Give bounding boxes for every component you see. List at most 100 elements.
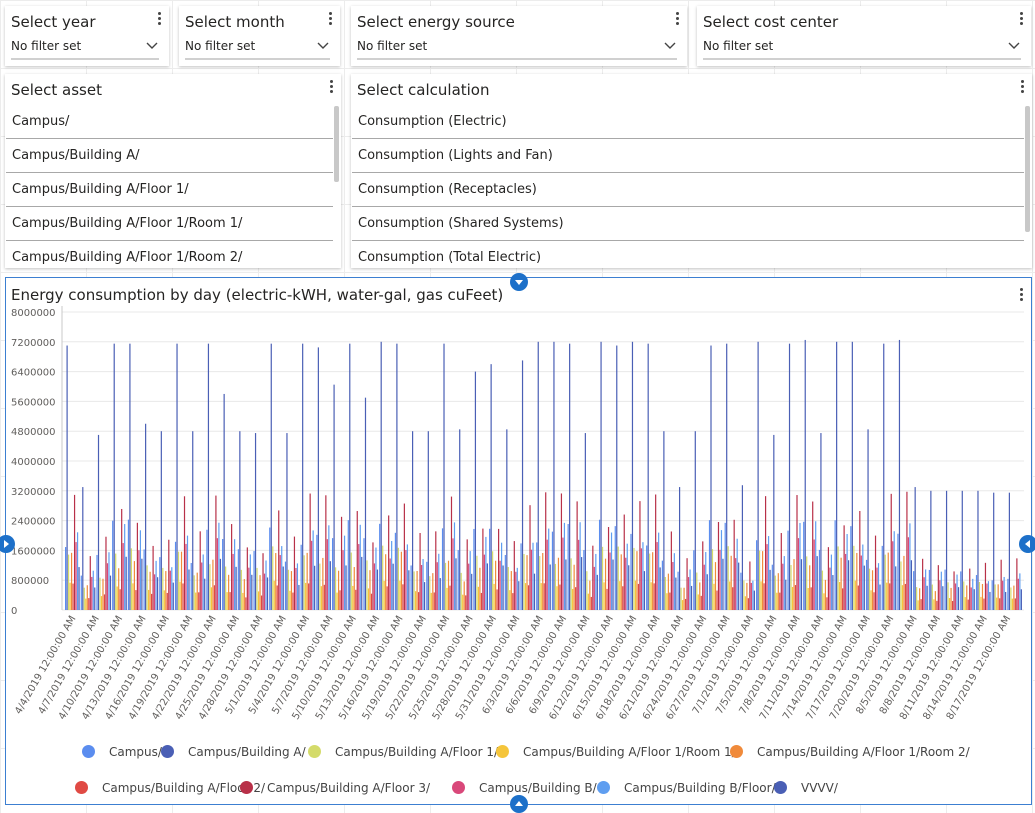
bar[interactable]: [506, 429, 508, 610]
bar[interactable]: [860, 555, 862, 610]
bar[interactable]: [279, 555, 281, 610]
bar[interactable]: [253, 551, 255, 610]
bar[interactable]: [135, 590, 137, 610]
bar[interactable]: [999, 598, 1001, 610]
bar[interactable]: [237, 549, 239, 610]
energy-chart-visual[interactable]: Energy consumption by day (electric-kWH,…: [5, 277, 1032, 805]
bar[interactable]: [681, 600, 684, 610]
bar[interactable]: [139, 530, 141, 610]
more-options-icon[interactable]: [330, 80, 333, 95]
bar[interactable]: [540, 583, 542, 610]
bar[interactable]: [818, 549, 821, 610]
resize-handle-right[interactable]: [1019, 535, 1035, 553]
bar[interactable]: [947, 582, 949, 610]
bar[interactable]: [846, 534, 848, 610]
bar[interactable]: [898, 339, 901, 610]
bar[interactable]: [600, 341, 602, 610]
bar[interactable]: [636, 551, 638, 610]
bar[interactable]: [476, 555, 478, 610]
bar[interactable]: [807, 588, 809, 610]
bar[interactable]: [273, 580, 275, 610]
bar[interactable]: [630, 533, 632, 610]
bar[interactable]: [289, 590, 291, 610]
bar[interactable]: [171, 567, 173, 610]
bar[interactable]: [127, 519, 130, 610]
bar[interactable]: [222, 539, 224, 610]
bar[interactable]: [529, 505, 531, 610]
bar[interactable]: [622, 586, 624, 610]
bar[interactable]: [323, 584, 325, 610]
bar[interactable]: [183, 496, 186, 610]
bar[interactable]: [895, 566, 897, 610]
bar[interactable]: [125, 556, 127, 610]
bar[interactable]: [430, 592, 432, 610]
bar[interactable]: [364, 397, 367, 610]
bar[interactable]: [518, 581, 520, 610]
bar[interactable]: [486, 563, 488, 610]
bar[interactable]: [312, 530, 314, 610]
bar[interactable]: [579, 522, 581, 610]
bar[interactable]: [410, 565, 412, 610]
bar[interactable]: [466, 539, 468, 610]
bar[interactable]: [759, 550, 761, 610]
bar[interactable]: [554, 563, 557, 610]
bar[interactable]: [743, 580, 745, 610]
bar[interactable]: [834, 520, 836, 610]
bar[interactable]: [793, 559, 795, 610]
bar[interactable]: [756, 540, 758, 610]
bar[interactable]: [724, 522, 726, 610]
bar[interactable]: [329, 561, 331, 610]
bar[interactable]: [507, 567, 509, 610]
bar[interactable]: [730, 555, 732, 610]
bar[interactable]: [210, 587, 213, 610]
bar[interactable]: [957, 587, 960, 610]
bar[interactable]: [879, 584, 881, 610]
bar[interactable]: [749, 561, 751, 610]
bar[interactable]: [435, 531, 437, 610]
bar[interactable]: [893, 531, 895, 610]
bar[interactable]: [673, 553, 675, 610]
bar[interactable]: [873, 592, 875, 610]
bar[interactable]: [152, 545, 154, 610]
bar[interactable]: [136, 522, 138, 610]
bar[interactable]: [240, 569, 242, 610]
bar[interactable]: [951, 600, 954, 610]
bar[interactable]: [298, 584, 300, 610]
bar[interactable]: [314, 565, 316, 610]
bar[interactable]: [543, 583, 545, 610]
bar[interactable]: [750, 582, 752, 610]
bar[interactable]: [485, 536, 487, 610]
bar[interactable]: [300, 544, 302, 610]
bar[interactable]: [229, 592, 231, 610]
bar[interactable]: [719, 549, 721, 610]
bar[interactable]: [843, 525, 845, 610]
bar[interactable]: [272, 546, 274, 610]
more-options-icon[interactable]: [676, 12, 679, 27]
bar[interactable]: [1017, 578, 1019, 610]
bar[interactable]: [270, 343, 272, 610]
bar[interactable]: [228, 574, 230, 610]
bar[interactable]: [967, 599, 969, 610]
bar[interactable]: [746, 582, 748, 610]
bar[interactable]: [897, 533, 899, 610]
bar[interactable]: [711, 549, 714, 610]
bar[interactable]: [592, 545, 594, 610]
bar[interactable]: [499, 560, 501, 610]
bar[interactable]: [928, 569, 930, 610]
bar[interactable]: [868, 568, 871, 610]
bar[interactable]: [496, 589, 498, 610]
bar[interactable]: [686, 558, 688, 610]
bar[interactable]: [151, 593, 153, 610]
bar[interactable]: [420, 565, 423, 610]
bar[interactable]: [510, 571, 512, 610]
bar[interactable]: [85, 598, 87, 610]
bar[interactable]: [492, 551, 494, 610]
bar[interactable]: [275, 553, 277, 610]
bar[interactable]: [66, 345, 68, 610]
bar[interactable]: [249, 554, 251, 610]
bar[interactable]: [276, 585, 278, 610]
bar[interactable]: [317, 347, 319, 610]
bar[interactable]: [771, 564, 773, 610]
bar[interactable]: [598, 519, 601, 610]
bar[interactable]: [983, 598, 985, 610]
